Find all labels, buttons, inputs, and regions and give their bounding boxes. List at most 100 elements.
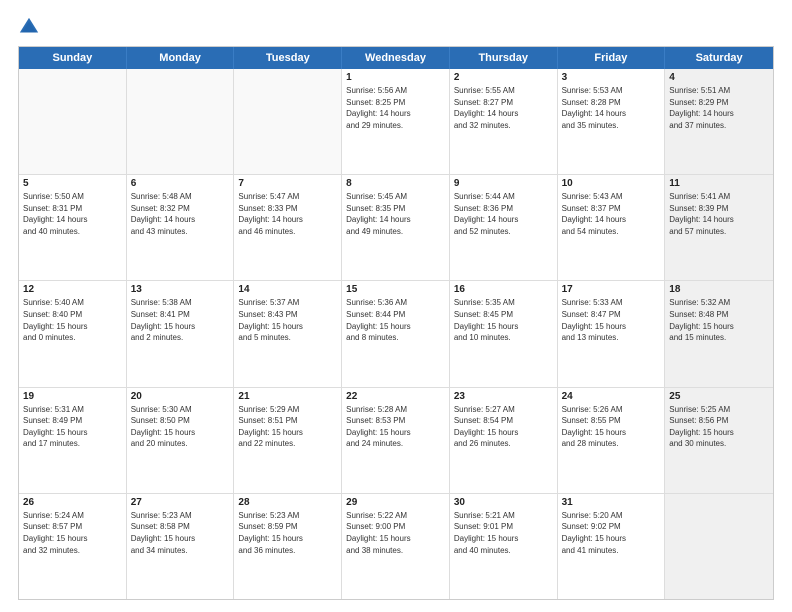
- cell-info: Sunrise: 5:56 AMSunset: 8:25 PMDaylight:…: [346, 85, 445, 131]
- cell-info: Sunrise: 5:38 AMSunset: 8:41 PMDaylight:…: [131, 297, 230, 343]
- day-number: 21: [238, 391, 337, 402]
- calendar-cell: 25 Sunrise: 5:25 AMSunset: 8:56 PMDayligh…: [665, 388, 773, 493]
- day-number: 1: [346, 72, 445, 83]
- cell-info: Sunrise: 5:44 AMSunset: 8:36 PMDaylight:…: [454, 191, 553, 237]
- day-number: 5: [23, 178, 122, 189]
- day-header-wednesday: Wednesday: [342, 47, 450, 69]
- calendar-cell: 23 Sunrise: 5:27 AMSunset: 8:54 PMDayligh…: [450, 388, 558, 493]
- day-number: 29: [346, 497, 445, 508]
- calendar-cell: 17 Sunrise: 5:33 AMSunset: 8:47 PMDayligh…: [558, 281, 666, 386]
- cell-info: Sunrise: 5:27 AMSunset: 8:54 PMDaylight:…: [454, 404, 553, 450]
- day-header-sunday: Sunday: [19, 47, 127, 69]
- cell-info: Sunrise: 5:25 AMSunset: 8:56 PMDaylight:…: [669, 404, 769, 450]
- calendar-header: SundayMondayTuesdayWednesdayThursdayFrid…: [19, 47, 773, 69]
- calendar: SundayMondayTuesdayWednesdayThursdayFrid…: [18, 46, 774, 600]
- day-number: 26: [23, 497, 122, 508]
- day-number: 18: [669, 284, 769, 295]
- day-number: 31: [562, 497, 661, 508]
- cell-info: Sunrise: 5:20 AMSunset: 9:02 PMDaylight:…: [562, 510, 661, 556]
- day-number: 23: [454, 391, 553, 402]
- day-header-monday: Monday: [127, 47, 235, 69]
- calendar-cell: [665, 494, 773, 599]
- cell-info: Sunrise: 5:24 AMSunset: 8:57 PMDaylight:…: [23, 510, 122, 556]
- cell-info: Sunrise: 5:36 AMSunset: 8:44 PMDaylight:…: [346, 297, 445, 343]
- header: [18, 16, 774, 38]
- cell-info: Sunrise: 5:55 AMSunset: 8:27 PMDaylight:…: [454, 85, 553, 131]
- day-number: 9: [454, 178, 553, 189]
- calendar-cell: 22 Sunrise: 5:28 AMSunset: 8:53 PMDayligh…: [342, 388, 450, 493]
- cell-info: Sunrise: 5:43 AMSunset: 8:37 PMDaylight:…: [562, 191, 661, 237]
- day-number: 17: [562, 284, 661, 295]
- calendar-week-4: 19 Sunrise: 5:31 AMSunset: 8:49 PMDayligh…: [19, 388, 773, 494]
- cell-info: Sunrise: 5:28 AMSunset: 8:53 PMDaylight:…: [346, 404, 445, 450]
- calendar-cell: 9 Sunrise: 5:44 AMSunset: 8:36 PMDaylight…: [450, 175, 558, 280]
- cell-info: Sunrise: 5:35 AMSunset: 8:45 PMDaylight:…: [454, 297, 553, 343]
- calendar-cell: 10Sunrise: 5:43 AMSunset: 8:37 PMDayligh…: [558, 175, 666, 280]
- day-number: 8: [346, 178, 445, 189]
- day-header-friday: Friday: [558, 47, 666, 69]
- day-number: 12: [23, 284, 122, 295]
- calendar-cell: 27Sunrise: 5:23 AMSunset: 8:58 PMDayligh…: [127, 494, 235, 599]
- day-number: 16: [454, 284, 553, 295]
- calendar-cell: 28 Sunrise: 5:23 AMSunset: 8:59 PMDayligh…: [234, 494, 342, 599]
- cell-info: Sunrise: 5:50 AMSunset: 8:31 PMDaylight:…: [23, 191, 122, 237]
- cell-info: Sunrise: 5:30 AMSunset: 8:50 PMDaylight:…: [131, 404, 230, 450]
- cell-info: Sunrise: 5:23 AMSunset: 8:58 PMDaylight:…: [131, 510, 230, 556]
- day-number: 28: [238, 497, 337, 508]
- day-number: 19: [23, 391, 122, 402]
- day-number: 14: [238, 284, 337, 295]
- calendar-cell: 21Sunrise: 5:29 AMSunset: 8:51 PMDayligh…: [234, 388, 342, 493]
- cell-info: Sunrise: 5:21 AMSunset: 9:01 PMDaylight:…: [454, 510, 553, 556]
- calendar-cell: 11Sunrise: 5:41 AMSunset: 8:39 PMDayligh…: [665, 175, 773, 280]
- calendar-cell: [19, 69, 127, 174]
- calendar-week-3: 12 Sunrise: 5:40 AMSunset: 8:40 PMDayligh…: [19, 281, 773, 387]
- calendar-week-1: 1 Sunrise: 5:56 AMSunset: 8:25 PMDaylight…: [19, 69, 773, 175]
- day-number: 2: [454, 72, 553, 83]
- calendar-cell: 13 Sunrise: 5:38 AMSunset: 8:41 PMDayligh…: [127, 281, 235, 386]
- calendar-cell: [234, 69, 342, 174]
- calendar-cell: 20 Sunrise: 5:30 AMSunset: 8:50 PMDayligh…: [127, 388, 235, 493]
- calendar-cell: 8 Sunrise: 5:45 AMSunset: 8:35 PMDaylight…: [342, 175, 450, 280]
- calendar-cell: 6 Sunrise: 5:48 AMSunset: 8:32 PMDaylight…: [127, 175, 235, 280]
- calendar-cell: 31 Sunrise: 5:20 AMSunset: 9:02 PMDayligh…: [558, 494, 666, 599]
- calendar-week-2: 5 Sunrise: 5:50 AMSunset: 8:31 PMDaylight…: [19, 175, 773, 281]
- day-header-saturday: Saturday: [665, 47, 773, 69]
- cell-info: Sunrise: 5:32 AMSunset: 8:48 PMDaylight:…: [669, 297, 769, 343]
- cell-info: Sunrise: 5:26 AMSunset: 8:55 PMDaylight:…: [562, 404, 661, 450]
- calendar-week-5: 26 Sunrise: 5:24 AMSunset: 8:57 PMDayligh…: [19, 494, 773, 599]
- calendar-cell: 2 Sunrise: 5:55 AMSunset: 8:27 PMDaylight…: [450, 69, 558, 174]
- calendar-cell: 16 Sunrise: 5:35 AMSunset: 8:45 PMDayligh…: [450, 281, 558, 386]
- cell-info: Sunrise: 5:40 AMSunset: 8:40 PMDaylight:…: [23, 297, 122, 343]
- calendar-cell: 7Sunrise: 5:47 AMSunset: 8:33 PMDaylight…: [234, 175, 342, 280]
- calendar-cell: 24Sunrise: 5:26 AMSunset: 8:55 PMDayligh…: [558, 388, 666, 493]
- day-number: 13: [131, 284, 230, 295]
- day-number: 6: [131, 178, 230, 189]
- day-header-tuesday: Tuesday: [234, 47, 342, 69]
- calendar-cell: 4Sunrise: 5:51 AMSunset: 8:29 PMDaylight…: [665, 69, 773, 174]
- calendar-cell: 1 Sunrise: 5:56 AMSunset: 8:25 PMDaylight…: [342, 69, 450, 174]
- cell-info: Sunrise: 5:45 AMSunset: 8:35 PMDaylight:…: [346, 191, 445, 237]
- day-number: 4: [669, 72, 769, 83]
- cell-info: Sunrise: 5:31 AMSunset: 8:49 PMDaylight:…: [23, 404, 122, 450]
- calendar-cell: 26 Sunrise: 5:24 AMSunset: 8:57 PMDayligh…: [19, 494, 127, 599]
- calendar-cell: 14 Sunrise: 5:37 AMSunset: 8:43 PMDayligh…: [234, 281, 342, 386]
- cell-info: Sunrise: 5:23 AMSunset: 8:59 PMDaylight:…: [238, 510, 337, 556]
- calendar-cell: 3Sunrise: 5:53 AMSunset: 8:28 PMDaylight…: [558, 69, 666, 174]
- day-number: 25: [669, 391, 769, 402]
- calendar-cell: 29 Sunrise: 5:22 AMSunset: 9:00 PMDayligh…: [342, 494, 450, 599]
- calendar-cell: [127, 69, 235, 174]
- page: SundayMondayTuesdayWednesdayThursdayFrid…: [0, 0, 792, 612]
- day-number: 3: [562, 72, 661, 83]
- day-number: 15: [346, 284, 445, 295]
- calendar-cell: 15 Sunrise: 5:36 AMSunset: 8:44 PMDayligh…: [342, 281, 450, 386]
- cell-info: Sunrise: 5:22 AMSunset: 9:00 PMDaylight:…: [346, 510, 445, 556]
- calendar-cell: 18 Sunrise: 5:32 AMSunset: 8:48 PMDayligh…: [665, 281, 773, 386]
- day-number: 20: [131, 391, 230, 402]
- day-number: 22: [346, 391, 445, 402]
- calendar-body: 1 Sunrise: 5:56 AMSunset: 8:25 PMDaylight…: [19, 69, 773, 599]
- cell-info: Sunrise: 5:33 AMSunset: 8:47 PMDaylight:…: [562, 297, 661, 343]
- cell-info: Sunrise: 5:37 AMSunset: 8:43 PMDaylight:…: [238, 297, 337, 343]
- calendar-cell: 5 Sunrise: 5:50 AMSunset: 8:31 PMDaylight…: [19, 175, 127, 280]
- logo-icon: [18, 16, 40, 38]
- cell-info: Sunrise: 5:48 AMSunset: 8:32 PMDaylight:…: [131, 191, 230, 237]
